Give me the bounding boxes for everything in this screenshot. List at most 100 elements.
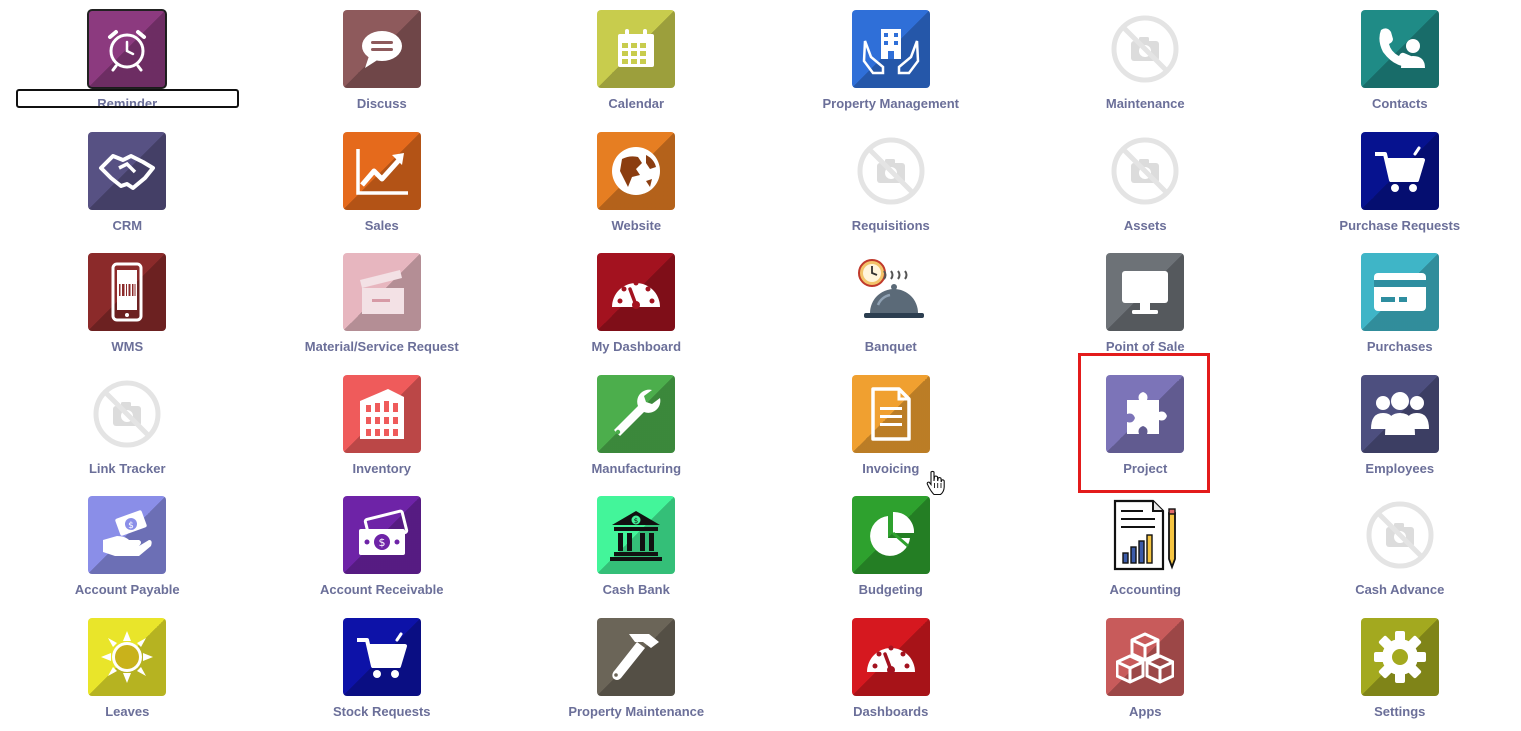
chart-up-icon	[342, 131, 421, 210]
app-label: CRM	[112, 217, 143, 233]
chat-bubble-icon	[342, 10, 421, 88]
hand-money-icon: $	[88, 496, 167, 574]
app-label: Maintenance	[1105, 96, 1185, 111]
app-label: Property Maintenance	[568, 703, 705, 719]
app-tile-link-tracker[interactable]: Link Tracker	[0, 365, 255, 487]
app-tile-calendar[interactable]: Calendar	[509, 0, 764, 122]
app-tile-banquet[interactable]: Banquet	[764, 243, 1019, 365]
sun-icon	[88, 617, 167, 696]
app-tile-point-of-sale[interactable]: Point of Sale	[1018, 243, 1273, 365]
app-label: Apps	[1129, 703, 1162, 719]
alarm-clock-icon	[87, 9, 168, 89]
people-icon	[1360, 374, 1439, 453]
app-tile-discuss[interactable]: Discuss	[255, 0, 510, 122]
phone-barcode-icon	[88, 253, 167, 331]
svg-text:$: $	[128, 521, 134, 531]
handshake-icon	[88, 131, 167, 210]
app-label: Link Tracker	[88, 460, 166, 476]
app-tile-budgeting[interactable]: Budgeting	[764, 486, 1019, 608]
clapper-icon	[342, 253, 421, 331]
app-label: Website	[611, 217, 662, 233]
cart-icon	[342, 617, 421, 696]
app-tile-property-management[interactable]: Property Management	[764, 0, 1019, 122]
gear-icon	[1360, 617, 1439, 696]
app-label: Budgeting	[858, 582, 923, 597]
svg-text:$: $	[634, 517, 638, 525]
app-tile-property-maintenance[interactable]: Property Maintenance	[509, 608, 764, 730]
calendar-icon	[597, 10, 676, 88]
app-label: Settings	[1374, 703, 1426, 719]
app-label: Calendar	[608, 96, 665, 111]
app-tile-stock-requests[interactable]: Stock Requests	[255, 608, 510, 730]
app-label: Leaves	[105, 703, 150, 719]
app-label: Assets	[1123, 217, 1167, 233]
app-tile-wms[interactable]: WMS	[0, 243, 255, 365]
app-tile-website[interactable]: Website	[509, 122, 764, 244]
app-tile-accounting[interactable]: Accounting	[1018, 486, 1273, 608]
cubes-icon	[1106, 617, 1185, 696]
app-label: Inventory	[352, 460, 411, 476]
app-label: Manufacturing	[591, 460, 682, 476]
app-label: Reminder	[97, 96, 158, 111]
app-tile-contacts[interactable]: Contacts	[1273, 0, 1521, 122]
app-label: Contacts	[1371, 96, 1428, 111]
monitor-icon	[1106, 253, 1185, 331]
app-tile-account-receivable[interactable]: $ Account Receivable	[255, 486, 510, 608]
no-image-icon	[852, 132, 930, 210]
app-tile-purchases[interactable]: Purchases	[1273, 243, 1521, 365]
app-label: Purchases	[1366, 339, 1433, 354]
app-tile-leaves[interactable]: Leaves	[0, 608, 255, 730]
app-label: Stock Requests	[332, 703, 431, 719]
no-image-icon	[88, 375, 166, 453]
document-icon	[851, 374, 930, 453]
report-pencil-icon	[1106, 496, 1184, 574]
app-tile-apps[interactable]: Apps	[1018, 608, 1273, 730]
app-label: Purchase Requests	[1339, 217, 1461, 233]
app-tile-material-service-request[interactable]: Material/Service Request	[255, 243, 510, 365]
app-label: Invoicing	[862, 460, 920, 476]
app-label: Banquet	[864, 339, 917, 354]
app-tile-manufacturing[interactable]: Manufacturing	[509, 365, 764, 487]
building-hands-icon	[851, 10, 930, 88]
app-label: Accounting	[1109, 582, 1182, 597]
app-label: Dashboards	[853, 703, 929, 719]
no-image-icon	[1106, 132, 1184, 210]
pie-chart-icon	[851, 496, 930, 574]
app-tile-my-dashboard[interactable]: My Dashboard	[509, 243, 764, 365]
app-label: Cash Advance	[1355, 582, 1445, 597]
gauge-icon	[597, 253, 676, 331]
app-tile-account-payable[interactable]: $ Account Payable	[0, 486, 255, 608]
app-label: Point of Sale	[1105, 339, 1185, 354]
app-tile-employees[interactable]: Employees	[1273, 365, 1521, 487]
app-tile-assets[interactable]: Assets	[1018, 122, 1273, 244]
app-tile-crm[interactable]: CRM	[0, 122, 255, 244]
app-tile-reminder[interactable]: Reminder	[0, 0, 255, 122]
app-tile-requisitions[interactable]: Requisitions	[764, 122, 1019, 244]
cash-icon: $	[342, 496, 421, 574]
gauge-icon	[851, 617, 930, 696]
app-tile-project[interactable]: Project	[1018, 365, 1273, 487]
warehouse-icon	[342, 374, 421, 453]
wrench-icon	[597, 374, 676, 453]
app-label: Account Payable	[74, 582, 180, 597]
app-tile-purchase-requests[interactable]: Purchase Requests	[1273, 122, 1521, 244]
no-image-icon	[1106, 10, 1184, 88]
app-label: WMS	[111, 339, 144, 354]
app-label: Material/Service Request	[304, 339, 459, 354]
puzzle-icon	[1106, 374, 1185, 453]
globe-icon	[597, 131, 676, 210]
app-tile-dashboards[interactable]: Dashboards	[764, 608, 1019, 730]
app-label: Employees	[1365, 460, 1435, 476]
app-label: Sales	[364, 217, 399, 233]
app-tile-invoicing[interactable]: Invoicing	[764, 365, 1019, 487]
svg-text:$: $	[378, 536, 385, 549]
app-tile-maintenance[interactable]: Maintenance	[1018, 0, 1273, 122]
contact-phone-icon	[1360, 10, 1439, 88]
cart-icon	[1360, 131, 1439, 210]
app-label: Cash Bank	[602, 582, 670, 597]
app-tile-sales[interactable]: Sales	[255, 122, 510, 244]
app-tile-cash-advance[interactable]: Cash Advance	[1273, 486, 1521, 608]
app-tile-inventory[interactable]: Inventory	[255, 365, 510, 487]
app-tile-cash-bank[interactable]: $ Cash Bank	[509, 486, 764, 608]
app-tile-settings[interactable]: Settings	[1273, 608, 1521, 730]
